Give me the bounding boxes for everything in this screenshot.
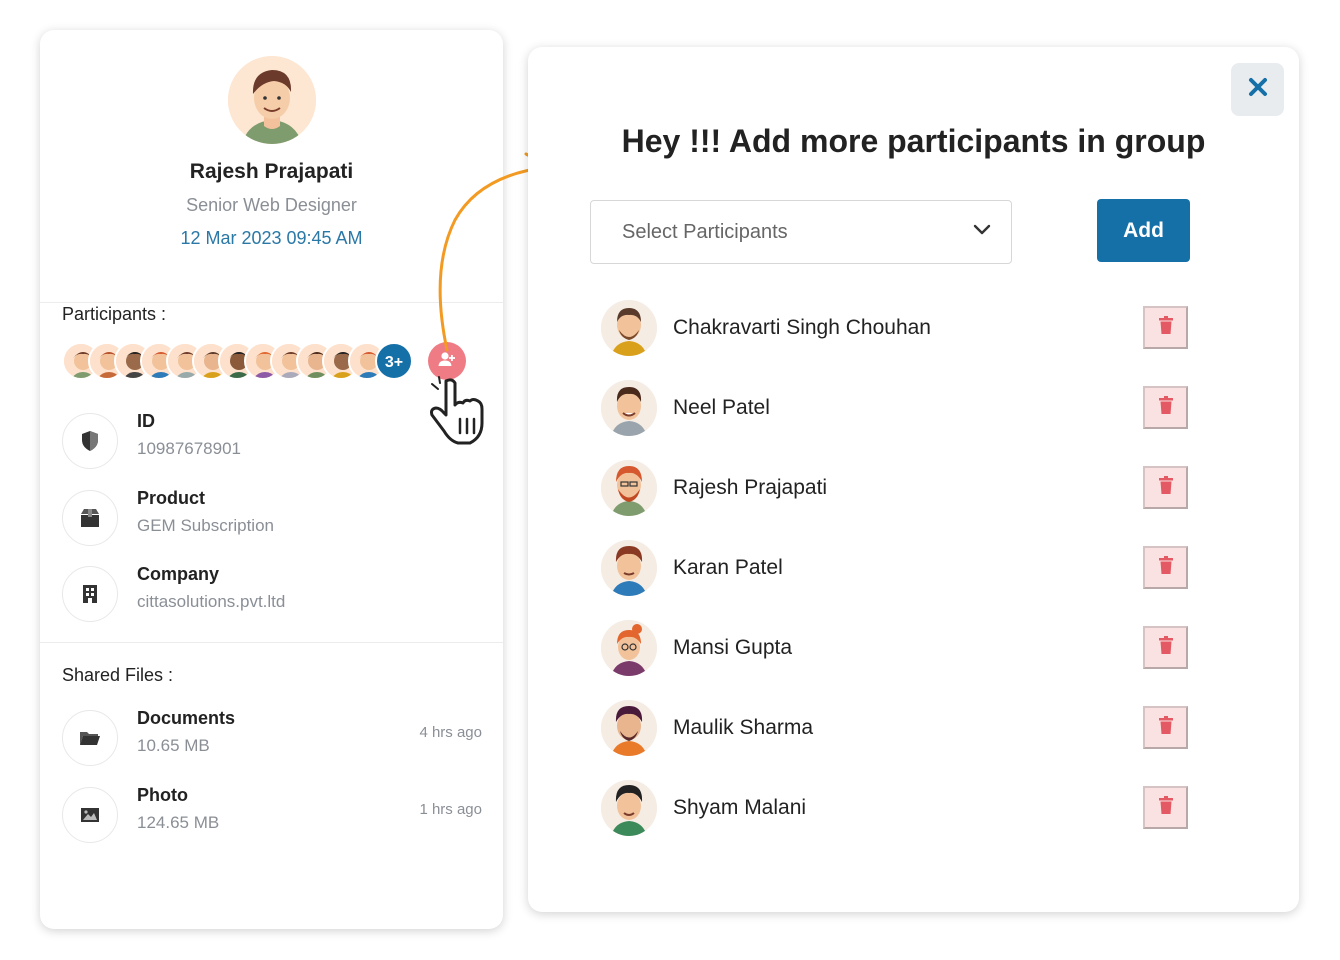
detail-label: Company [137, 564, 220, 584]
file-name: Documents [137, 708, 236, 728]
participant-avatar [601, 620, 657, 676]
participant-avatar [601, 540, 657, 596]
shared-files-title: Shared Files : [62, 665, 174, 685]
file-time: 1 hrs ago [419, 801, 482, 818]
participant-name: Neel Patel [673, 396, 770, 419]
delete-button[interactable] [1143, 706, 1188, 749]
delete-button[interactable] [1143, 546, 1188, 589]
select-placeholder: Select Participants [622, 221, 788, 243]
file-size: 10.65 MB [137, 736, 210, 755]
detail-row-company: Company cittasolutions.pvt.ltd [62, 564, 482, 624]
detail-label: Product [137, 488, 206, 508]
participant-row: Maulik Sharma [601, 700, 1221, 758]
trash-icon [1158, 315, 1174, 340]
trash-icon [1158, 395, 1174, 420]
delete-button[interactable] [1143, 466, 1188, 509]
close-button[interactable] [1231, 63, 1284, 116]
profile-avatar [227, 56, 316, 144]
participant-avatar [601, 300, 657, 356]
trash-icon [1158, 635, 1174, 660]
close-icon [1248, 77, 1268, 102]
trash-icon [1158, 555, 1174, 580]
file-time: 4 hrs ago [419, 724, 482, 741]
detail-row-id: ID 10987678901 [62, 411, 482, 471]
delete-button[interactable] [1143, 626, 1188, 669]
more-participants-badge[interactable]: 3+ [375, 342, 413, 380]
folder-icon [62, 710, 118, 766]
add-button[interactable]: Add [1097, 199, 1190, 262]
detail-value: cittasolutions.pvt.ltd [137, 592, 286, 611]
select-participants-dropdown[interactable]: Select Participants [590, 200, 1012, 264]
stage: Rajesh Prajapati Senior Web Designer 12 … [0, 0, 1340, 960]
box-icon [62, 490, 118, 546]
trash-icon [1158, 475, 1174, 500]
building-icon [62, 566, 118, 622]
participant-name: Mansi Gupta [673, 636, 793, 659]
participant-avatar [601, 780, 657, 836]
participant-name: Karan Patel [673, 556, 783, 579]
delete-button[interactable] [1143, 786, 1188, 829]
participants-avatar-stack[interactable]: 3+ [62, 342, 422, 380]
detail-value: 10987678901 [137, 439, 242, 458]
chevron-down-icon [973, 223, 991, 241]
add-participants-modal: Hey !!! Add more participants in group S… [528, 47, 1299, 912]
image-icon [62, 787, 118, 843]
participant-name: Chakravarti Singh Chouhan [673, 316, 931, 339]
participant-name: Rajesh Prajapati [673, 476, 828, 499]
participant-name: Maulik Sharma [673, 716, 814, 739]
participant-avatar [601, 460, 657, 516]
shared-file-row[interactable]: Photo 124.65 MB 1 hrs ago [62, 785, 482, 845]
participant-avatar [601, 380, 657, 436]
detail-row-product: Product GEM Subscription [62, 488, 482, 548]
section-divider [40, 642, 503, 643]
detail-label: ID [137, 411, 155, 431]
trash-icon [1158, 715, 1174, 740]
file-size: 124.65 MB [137, 813, 220, 832]
participant-row: Neel Patel [601, 380, 1221, 438]
participant-row: Shyam Malani [601, 780, 1221, 838]
participant-name: Shyam Malani [673, 796, 807, 819]
shield-icon [62, 413, 118, 469]
file-name: Photo [137, 785, 188, 805]
trash-icon [1158, 795, 1174, 820]
detail-value: GEM Subscription [137, 516, 274, 535]
participant-row: Chakravarti Singh Chouhan [601, 300, 1221, 358]
delete-button[interactable] [1143, 306, 1188, 349]
participant-row: Rajesh Prajapati [601, 460, 1221, 518]
participant-row: Karan Patel [601, 540, 1221, 598]
modal-title: Hey !!! Add more participants in group [621, 123, 1206, 159]
shared-file-row[interactable]: Documents 10.65 MB 4 hrs ago [62, 708, 482, 768]
participants-title: Participants : [62, 304, 167, 324]
delete-button[interactable] [1143, 386, 1188, 429]
participant-row: Mansi Gupta [601, 620, 1221, 678]
participant-avatar [601, 700, 657, 756]
